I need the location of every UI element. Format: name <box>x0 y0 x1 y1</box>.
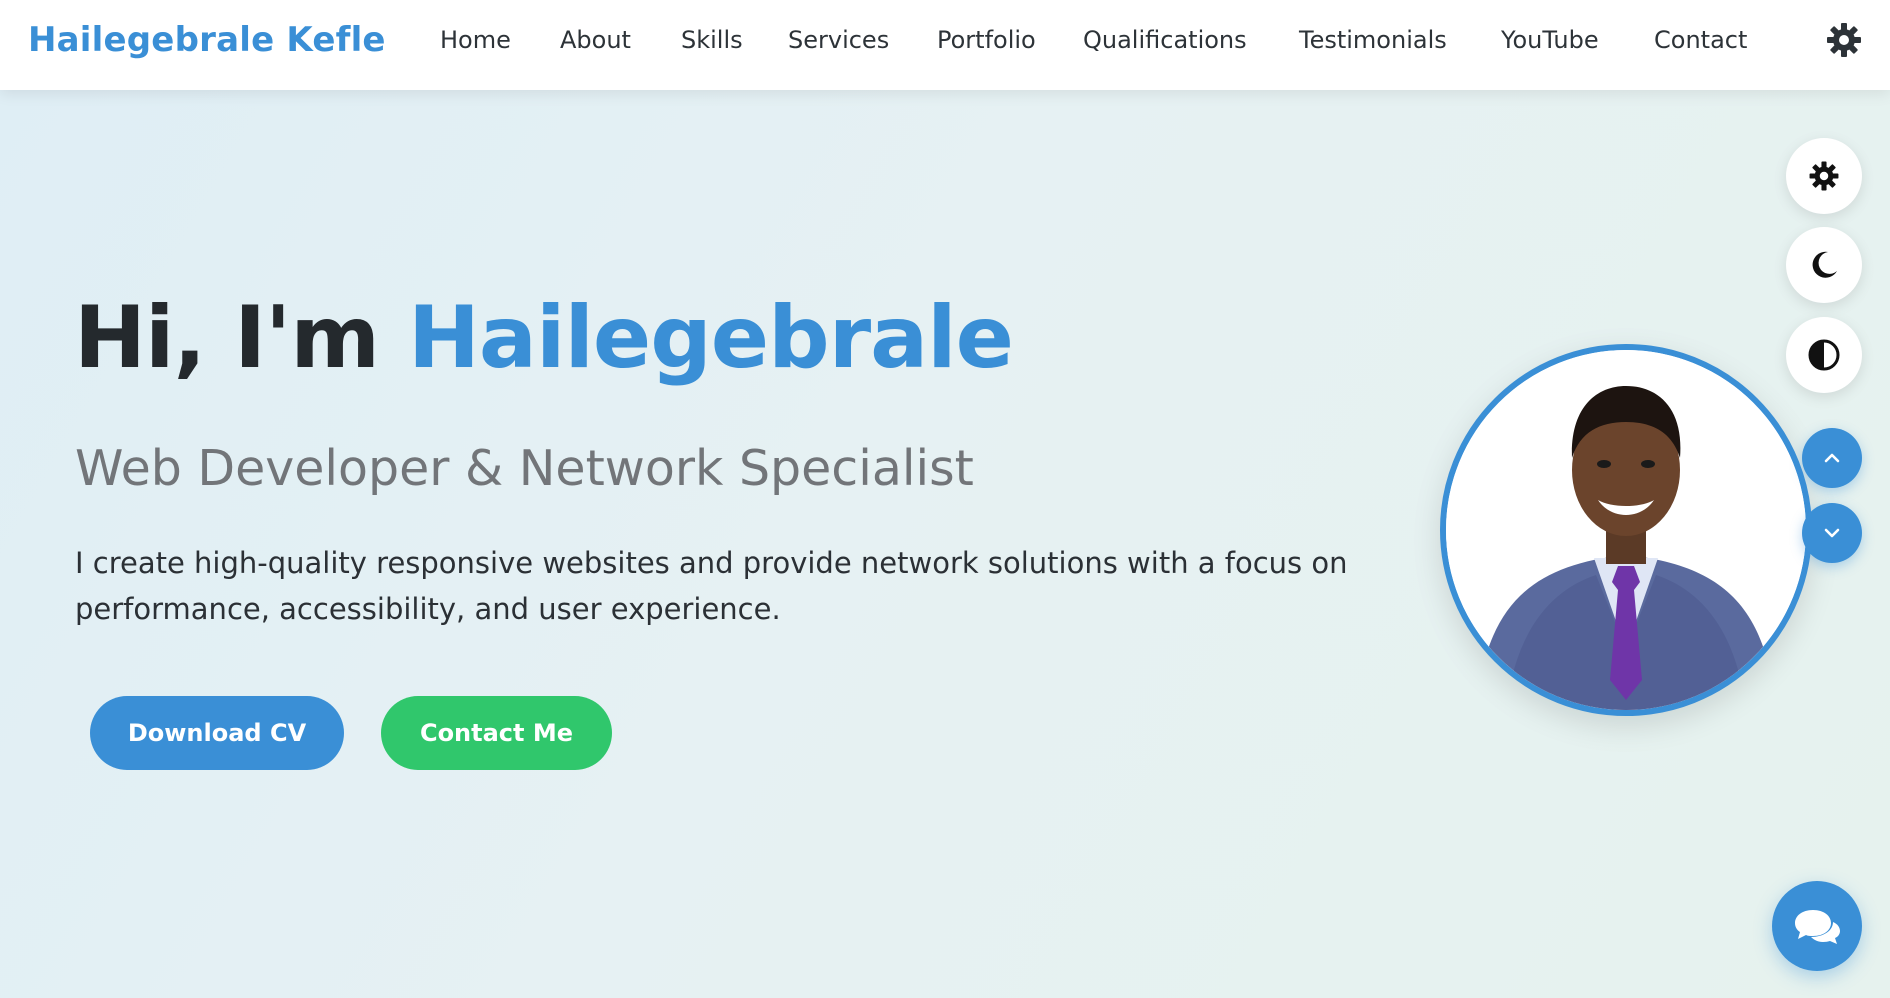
hero-description: I create high-quality responsive website… <box>75 546 1348 626</box>
gear-icon <box>1827 23 1861 57</box>
nav-services[interactable]: Services <box>788 0 889 80</box>
chat-button[interactable] <box>1772 881 1862 971</box>
nav-home[interactable]: Home <box>440 0 511 80</box>
nav-contact[interactable]: Contact <box>1654 0 1747 80</box>
hero-name: Hailegebrale <box>407 288 1014 388</box>
contrast-theme-button[interactable] <box>1786 317 1862 393</box>
hero-subtitle: Web Developer & Network Specialist <box>75 440 974 497</box>
chevron-down-icon <box>1824 528 1840 538</box>
nav-youtube[interactable]: YouTube <box>1501 0 1599 80</box>
hero-greeting: Hi, I'm <box>74 288 408 388</box>
profile-illustration <box>1446 350 1806 710</box>
chat-icon <box>1795 910 1840 944</box>
light-theme-button[interactable] <box>1786 138 1862 214</box>
nav-skills[interactable]: Skills <box>681 0 743 80</box>
gear-icon <box>1809 161 1839 191</box>
theme-toggle-button[interactable] <box>1822 18 1866 62</box>
site-header: Hailegebrale Kefle Home About Skills Ser… <box>0 0 1890 90</box>
main-nav: Home About Skills Services Portfolio Qua… <box>0 0 1890 80</box>
hero-title: Hi, I'm Hailegebrale <box>74 288 1014 388</box>
scroll-up-button[interactable] <box>1802 428 1862 488</box>
scroll-down-button[interactable] <box>1802 503 1862 563</box>
profile-photo <box>1440 344 1812 716</box>
nav-qualifications[interactable]: Qualifications <box>1083 0 1247 80</box>
download-cv-button[interactable]: Download CV <box>90 696 344 770</box>
contrast-icon <box>1808 339 1840 371</box>
moon-icon <box>1812 251 1837 278</box>
dark-theme-button[interactable] <box>1786 227 1862 303</box>
chevron-up-icon <box>1824 453 1840 463</box>
nav-testimonials[interactable]: Testimonials <box>1299 0 1447 80</box>
nav-portfolio[interactable]: Portfolio <box>937 0 1036 80</box>
nav-about[interactable]: About <box>560 0 631 80</box>
contact-me-button[interactable]: Contact Me <box>381 696 612 770</box>
